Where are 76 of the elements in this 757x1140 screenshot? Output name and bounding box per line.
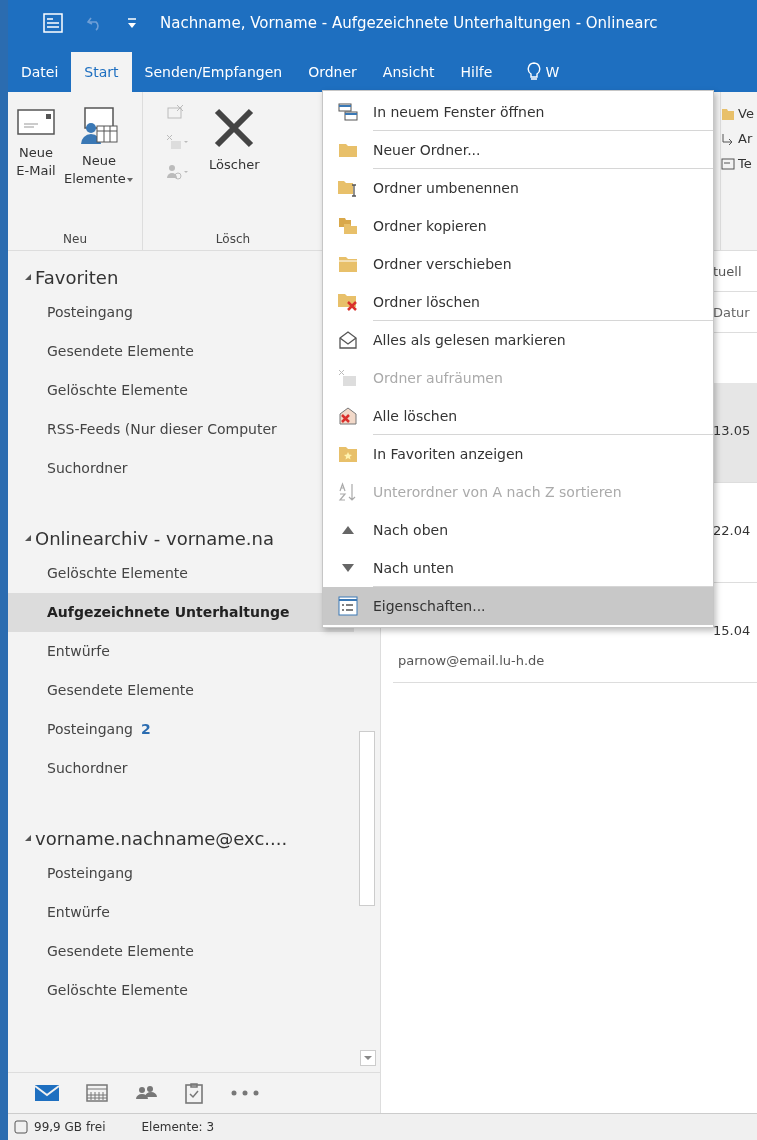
- ribbon-tab[interactable]: Hilfe: [447, 52, 506, 92]
- folder-item[interactable]: Entwürfe: [8, 893, 354, 932]
- envelope-icon: [34, 1083, 60, 1103]
- envelope-delete-icon: [337, 406, 359, 426]
- message-date: 13.05: [713, 423, 752, 438]
- envelope-icon: [16, 106, 56, 138]
- group-label: Neu: [62, 232, 88, 248]
- folder-section-header[interactable]: vorname.nachname@exc....: [8, 822, 354, 854]
- ribbon-tab[interactable]: Ansicht: [369, 52, 448, 92]
- menu-item[interactable]: In neuem Fenster öffnen: [323, 93, 713, 131]
- storage-icon: [14, 1120, 28, 1134]
- ribbon-button[interactable]: Ve: [721, 106, 757, 121]
- folder-item[interactable]: Posteingang 2: [8, 710, 354, 749]
- folder-icon: [338, 142, 358, 158]
- ribbon-button[interactable]: Te: [721, 156, 757, 171]
- menu-item[interactable]: Neuer Ordner...: [323, 131, 713, 169]
- menu-item[interactable]: Ordner umbenennen: [323, 169, 713, 207]
- clipboard-check-icon: [184, 1082, 204, 1104]
- lightbulb-icon: [527, 62, 542, 82]
- folder-item[interactable]: Gesendete Elemente: [8, 671, 354, 710]
- customize-icon[interactable]: [126, 16, 138, 30]
- folder-item[interactable]: Gesendete Elemente: [8, 932, 354, 971]
- app-icon[interactable]: [42, 12, 64, 34]
- folder-item[interactable]: Entwürfe: [8, 632, 354, 671]
- triangle-up-icon: [342, 526, 354, 534]
- menu-item[interactable]: Alle löschen: [323, 397, 713, 435]
- folder-item[interactable]: Gelöschte Elemente: [8, 971, 354, 1010]
- folder-item[interactable]: Posteingang: [8, 854, 354, 893]
- message-date: 15.04: [713, 623, 752, 638]
- message-date: 22.04: [713, 523, 752, 538]
- group-label: Lösch: [214, 232, 252, 248]
- open-envelope-icon: [338, 331, 358, 349]
- menu-item[interactable]: Alles als gelesen markieren: [323, 321, 713, 359]
- folder-cursor-icon: [337, 178, 359, 198]
- menu-item[interactable]: In Favoriten anzeigen: [323, 435, 713, 473]
- sender-address: parnow@email.lu-h.de: [398, 653, 545, 668]
- expand-icon: [24, 834, 32, 842]
- expand-icon: [24, 534, 32, 542]
- nav-button[interactable]: [84, 1081, 110, 1105]
- ribbon-tab[interactable]: Start: [71, 52, 132, 92]
- properties-icon: [338, 596, 358, 616]
- folder-icon: [338, 255, 358, 273]
- folders-icon: [338, 217, 358, 235]
- sort-az-icon: [338, 482, 358, 502]
- folder-item[interactable]: Suchordner: [8, 749, 354, 788]
- window-title: Nachname, Vorname - Aufgezeichnete Unterhaltungen - Onlinearc: [160, 14, 658, 32]
- calendar-icon: [86, 1083, 108, 1103]
- folder-item[interactable]: Aufgezeichnete Unterhaltunge: [8, 593, 354, 632]
- template-icon: [721, 156, 735, 171]
- triangle-down-icon: [342, 564, 354, 572]
- folder-delete-icon: [337, 292, 359, 312]
- storage-text: 99,9 GB frei: [34, 1120, 106, 1134]
- ribbon-tab[interactable]: Ordner: [295, 52, 370, 92]
- caret-icon: [125, 176, 134, 183]
- menu-item[interactable]: Eigenschaften...: [323, 587, 713, 625]
- more-icon: [230, 1089, 260, 1097]
- tell-me-button[interactable]: W: [521, 52, 566, 92]
- expand-icon: [24, 273, 32, 281]
- ribbon-tab[interactable]: Datei: [8, 52, 72, 92]
- unread-count: 2: [140, 721, 151, 737]
- column-header[interactable]: Datur: [713, 304, 755, 320]
- cleanup-icon: [338, 369, 358, 387]
- scroll-down-icon[interactable]: [360, 1050, 376, 1066]
- menu-item[interactable]: Ordner kopieren: [323, 207, 713, 245]
- folder-icon: [721, 106, 735, 121]
- folder-star-icon: [338, 445, 358, 463]
- nav-button[interactable]: [182, 1080, 206, 1106]
- windows-icon: [338, 103, 358, 121]
- ribbon-button[interactable]: Neue E-Mail: [14, 102, 58, 184]
- ribbon-tab[interactable]: Senden/Empfangen: [131, 52, 296, 92]
- item-count: Elemente: 3: [141, 1120, 215, 1134]
- arrow-icon: [721, 131, 735, 146]
- ribbon-button[interactable]: Neue Elemente: [62, 102, 136, 192]
- ribbon-button[interactable]: Ar: [721, 131, 757, 146]
- ribbon-button[interactable]: Löscher: [207, 102, 262, 178]
- scrollbar-thumb[interactable]: [359, 731, 375, 906]
